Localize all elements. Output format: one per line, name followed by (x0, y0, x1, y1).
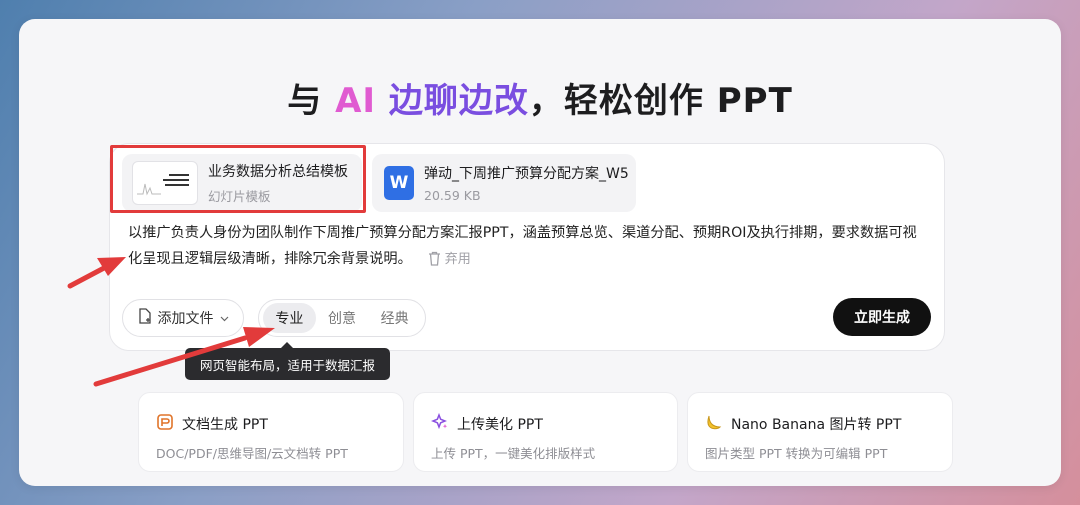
arrow-to-prompt (67, 257, 126, 289)
arrow-to-style (93, 327, 275, 387)
annotation-arrows (67, 257, 275, 387)
